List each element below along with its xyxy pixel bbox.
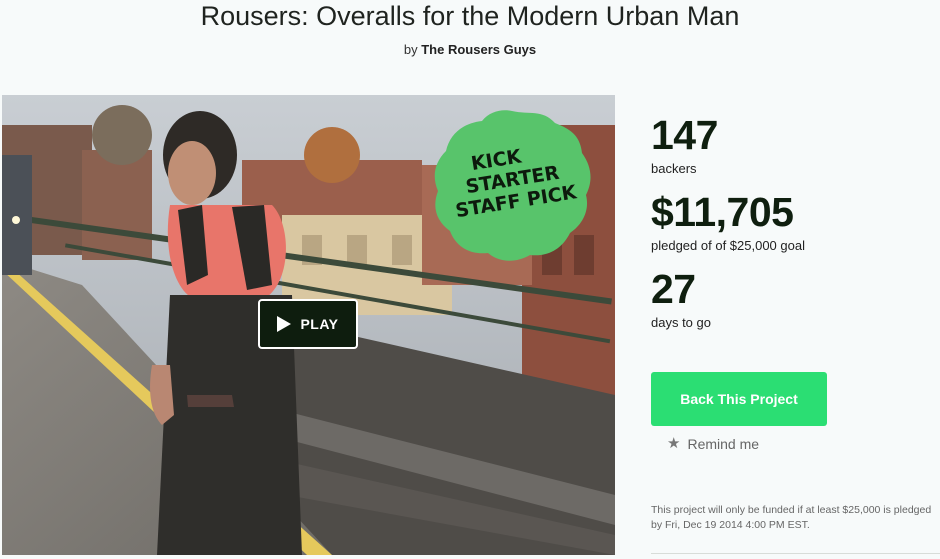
days-stat: 27 days to go — [651, 266, 936, 331]
days-count: 27 — [651, 266, 696, 312]
divider — [651, 553, 940, 554]
backers-stat: 147 backers — [651, 112, 936, 177]
pledged-label: pledged of of $25,000 goal — [651, 238, 805, 253]
back-project-button[interactable]: Back This Project — [651, 372, 827, 426]
play-icon — [277, 316, 292, 332]
play-button[interactable]: PLAY — [258, 299, 358, 349]
staff-pick-badge: KICK STARTER STAFF PICK — [430, 107, 595, 263]
remind-me-button[interactable]: ★ Remind me — [667, 435, 760, 453]
backers-count: 147 — [651, 112, 718, 158]
star-icon: ★ — [667, 435, 681, 452]
project-title: Rousers: Overalls for the Modern Urban M… — [200, 1, 740, 31]
funding-fine-print: This project will only be funded if at l… — [651, 504, 932, 531]
pledged-amount: $11,705 — [651, 189, 794, 235]
funding-stats: 147 backers $11,705 pledged of of $25,00… — [651, 112, 936, 343]
video-player[interactable]: KICK STARTER STAFF PICK PLAY — [2, 95, 615, 555]
byline-prefix: by — [403, 42, 418, 57]
byline: by The Rousers Guys — [0, 42, 940, 57]
play-label: PLAY — [300, 316, 339, 332]
remind-me-label: Remind me — [687, 436, 760, 452]
pledged-stat: $11,705 pledged of of $25,000 goal — [651, 189, 936, 254]
creator-link[interactable]: The Rousers Guys — [421, 42, 536, 57]
days-label: days to go — [651, 315, 711, 330]
backers-label: backers — [651, 161, 697, 176]
